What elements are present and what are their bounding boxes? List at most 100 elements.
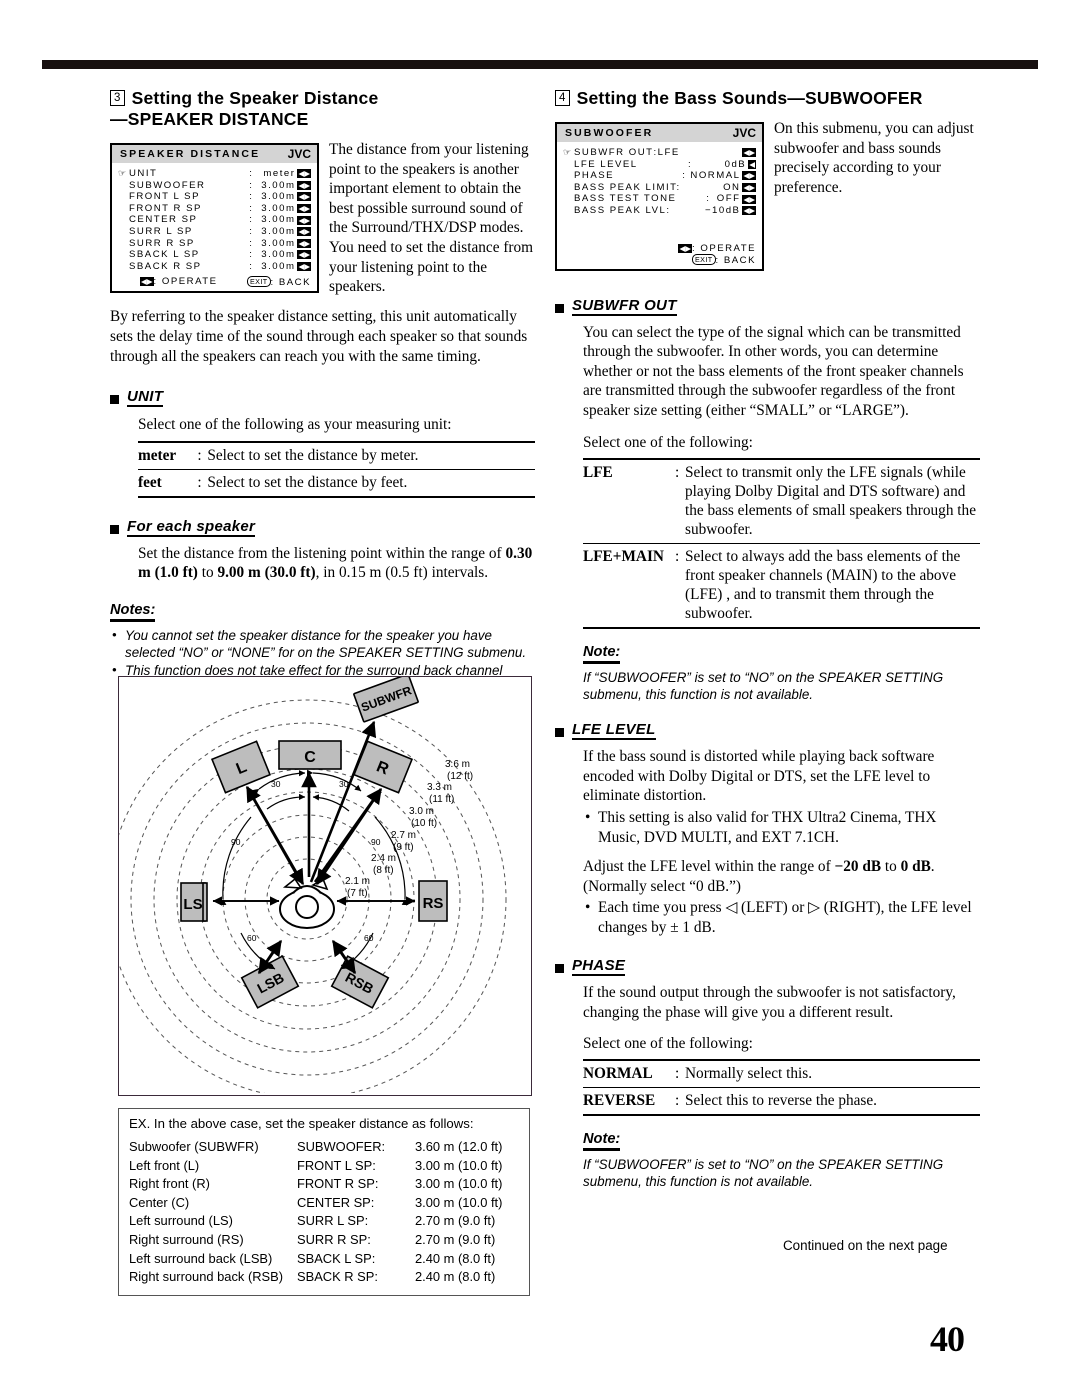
left-right-arrows-icon[interactable]: ◀▶ xyxy=(297,262,311,272)
left-section-title-line1: Setting the Speaker Distance xyxy=(131,88,379,108)
left-right-arrows-icon[interactable]: ◀▶ xyxy=(297,250,311,260)
left-section-number: 3 xyxy=(110,90,125,106)
osd-row[interactable]: SBACK R SP:3.00m ◀▶ xyxy=(118,261,311,273)
ring-label-ft: (10 ft) xyxy=(411,818,437,829)
table-row: NORMAL : Normally select this. xyxy=(583,1059,980,1088)
right-column: 4 Setting the Bass Sounds—SUBWOOFER SUBWO… xyxy=(555,88,980,1190)
ring-label-ft: (12 ft) xyxy=(447,771,473,782)
osd-row[interactable]: FRONT L SP:3.00m ◀▶ xyxy=(118,191,311,203)
left-right-arrows-icon[interactable]: ◀▶ xyxy=(297,192,311,202)
osd-row[interactable]: BASS PEAK LIMIT: ON ◀▶ xyxy=(563,182,756,194)
option-desc: Select to transmit only the LFE signals … xyxy=(685,458,980,544)
osd-row[interactable]: BASS PEAK LVL: −10dB ◀▶ xyxy=(563,205,756,217)
left-arrow-icon[interactable]: ◀ xyxy=(748,159,756,169)
osd-row[interactable]: LFE LEVEL:0dB ◀ xyxy=(563,159,756,171)
osd-row[interactable]: SURR R SP:3.00m ◀▶ xyxy=(118,238,311,250)
osd-title-bar: SUBWOOFER JVC xyxy=(557,124,762,142)
osd-back-hint: EXIT: BACK xyxy=(561,253,756,266)
list-item-text: This setting is also valid for THX Ultra… xyxy=(598,808,937,846)
unit-lead: Select one of the following as your meas… xyxy=(138,416,452,434)
osd-row-label: SURR R SP xyxy=(129,237,195,249)
osd-row-value: meter xyxy=(263,168,296,179)
osd-row-value: 3.00m xyxy=(261,179,296,191)
left-section-heading: 3 Setting the Speaker Distance —SPEAKER D… xyxy=(110,88,535,130)
lfe-range-text-a: Adjust the LFE level within the range of xyxy=(583,858,835,876)
unit-options-table: meter : Select to set the distance by me… xyxy=(138,440,535,498)
note-heading: Note: xyxy=(583,1131,621,1152)
left-right-arrows-icon[interactable]: ◀▶ xyxy=(297,180,311,190)
left-section-title-line2: —SPEAKER DISTANCE xyxy=(110,109,309,129)
table-row: feet : Select to set the distance by fee… xyxy=(138,468,535,498)
lfe-range-min: −20 dB xyxy=(834,858,882,876)
left-right-arrows-icon[interactable]: ◀▶ xyxy=(742,148,756,158)
option-term: LFE xyxy=(583,458,675,544)
right-section-number: 4 xyxy=(555,90,570,106)
osd-row[interactable]: ☞ SUBWFR OUT: LFE ◀▶ xyxy=(563,147,756,159)
exit-button-icon[interactable]: EXIT xyxy=(691,253,716,265)
example-grid: Subwoofer (SUBWFR) SUBWOOFER: 3.60 m (12… xyxy=(129,1138,521,1287)
left-right-arrows-icon[interactable]: ◀▶ xyxy=(297,227,311,237)
osd-row[interactable]: SURR L SP:3.00m ◀▶ xyxy=(118,226,311,238)
left-right-arrows-icon[interactable]: ◀▶ xyxy=(742,171,756,181)
osd-row-value: 3.00m xyxy=(261,191,296,203)
exit-button-icon[interactable]: EXIT xyxy=(246,276,271,288)
subwfr-out-lead: Select one of the following: xyxy=(583,433,753,451)
example-value: 3.00 m (10.0 ft) xyxy=(415,1194,503,1210)
each-speaker-text: Set the distance from the listening poin… xyxy=(138,544,535,583)
left-right-arrows-icon[interactable]: ◀▶ xyxy=(297,204,311,214)
example-param: FRONT L SP: xyxy=(297,1157,376,1173)
left-right-arrows-icon[interactable]: ◀▶ xyxy=(297,238,311,248)
table-row: LFE+MAIN : Select to always add the bass… xyxy=(583,543,980,630)
left-right-arrows-icon[interactable]: ◀▶ xyxy=(297,169,311,179)
osd-row-label: LFE LEVEL xyxy=(574,158,638,170)
osd-operate-text: : OPERATE xyxy=(153,276,218,288)
left-right-arrows-icon[interactable]: ◀▶ xyxy=(297,215,311,225)
osd-row[interactable]: SBACK L SP:3.00m ◀▶ xyxy=(118,249,311,261)
lfe-range-max: 0 dB xyxy=(900,858,931,876)
lfe-level-bullets-2: • Each time you press ◁ (LEFT) or ▷ (RIGH… xyxy=(583,898,980,937)
note-body: If “SUBWOOFER” is set to “NO” on the SPE… xyxy=(583,1157,944,1190)
left-right-arrows-icon[interactable]: ◀▶ xyxy=(742,206,756,216)
option-colon: : xyxy=(675,543,685,630)
osd-row-value: 3.00m xyxy=(261,202,296,214)
osd-row-label: BASS PEAK LVL: xyxy=(574,204,671,216)
ring-label-m: 2.7 m xyxy=(391,830,416,841)
lfe-level-paragraph-2: Adjust the LFE level within the range of… xyxy=(583,857,980,896)
osd-row[interactable]: PHASE: NORMAL ◀▶ xyxy=(563,170,756,182)
each-speaker-heading: For each speaker xyxy=(127,517,256,537)
osd-row-value: ON xyxy=(723,181,741,193)
option-colon: : xyxy=(675,1087,685,1117)
speaker-left-front: L xyxy=(210,740,272,794)
speaker-center: C xyxy=(278,740,342,770)
osd-row[interactable]: SUBWOOFER:3.00m ◀▶ xyxy=(118,180,311,192)
osd-title-text: SPEAKER DISTANCE xyxy=(120,148,261,160)
osd-rows: ☞ UNIT: meter ◀▶ SUBWOOFER:3.00m ◀▶ FRONT L … xyxy=(112,163,317,274)
osd-row-label: SUBWOOFER xyxy=(129,179,206,191)
example-value: 3.00 m (10.0 ft) xyxy=(415,1157,503,1173)
lfe-range-mid: to xyxy=(881,858,901,876)
table-row: LFE : Select to transmit only the LFE si… xyxy=(583,458,980,544)
ring-label-m: 3.6 m xyxy=(445,759,470,770)
lfe-level-heading: LFE LEVEL xyxy=(572,721,656,741)
osd-row[interactable]: ☞ UNIT: meter ◀▶ xyxy=(118,168,311,180)
option-colon: : xyxy=(197,468,208,498)
option-desc: Select this to reverse the phase. xyxy=(685,1087,980,1117)
manual-page: 3 Setting the Speaker Distance —SPEAKER D… xyxy=(0,0,1080,1397)
list-item: You cannot set the speaker distance for … xyxy=(110,626,535,661)
osd-row-label: SBACK L SP xyxy=(129,249,200,261)
osd-row[interactable]: BASS TEST TONE: OFF ◀▶ xyxy=(563,193,756,205)
osd-row[interactable]: FRONT R SP:3.00m ◀▶ xyxy=(118,203,311,215)
speaker-right-surround-back: RSB xyxy=(330,955,390,1009)
left-right-arrows-icon[interactable]: ◀▶ xyxy=(742,183,756,193)
range-max: 9.00 m (30.0 ft) xyxy=(217,564,316,582)
speaker-left-surround: LS xyxy=(180,882,208,922)
example-speaker-name: Left surround back (LSB) xyxy=(129,1250,273,1266)
osd-row-label: FRONT L SP xyxy=(129,191,200,203)
note-heading: Note: xyxy=(583,644,621,665)
speaker-distance-osd: SPEAKER DISTANCE JVC ☞ UNIT: meter ◀▶ SUBWO… xyxy=(110,143,319,294)
speaker-layout-svg: SUBWFR C L R LS RS LSB RSB 30 30 90 90 6… xyxy=(119,677,507,1093)
left-right-arrows-icon[interactable]: ◀▶ xyxy=(742,194,756,204)
osd-row[interactable]: CENTER SP:3.00m ◀▶ xyxy=(118,214,311,226)
speaker-layout-figure: SUBWFR C L R LS RS LSB RSB 30 30 90 90 6… xyxy=(118,676,532,1096)
list-item: • Each time you press ◁ (LEFT) or ▷ (RIGH… xyxy=(585,899,972,936)
